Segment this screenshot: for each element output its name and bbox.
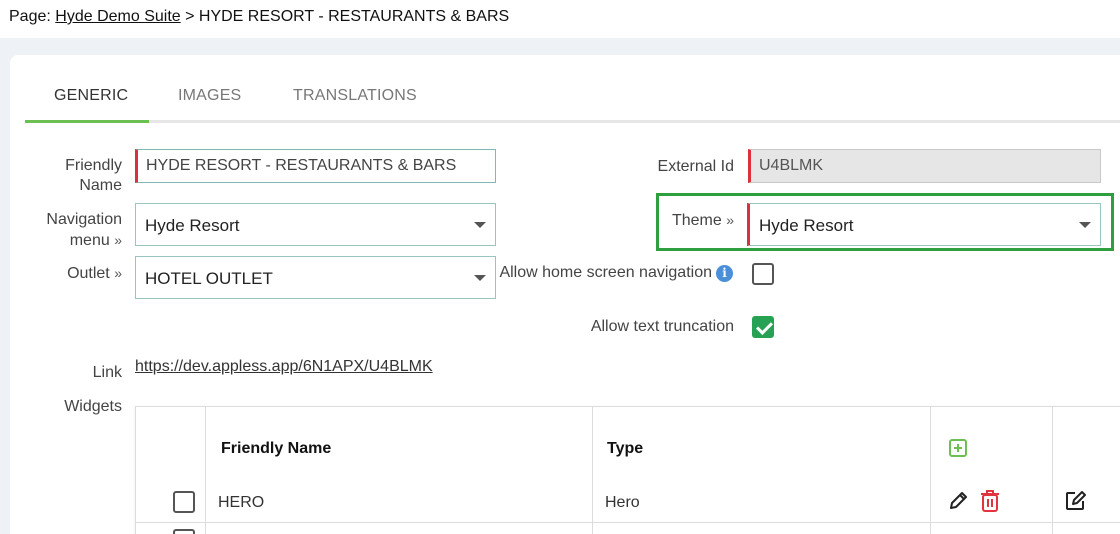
allow-text-truncation-label: Allow text truncation: [590, 318, 734, 335]
top-bar: Page: Hyde Demo Suite > HYDE RESORT - RE…: [0, 0, 1120, 38]
active-tab-indicator: [25, 120, 149, 123]
chevron-right-icon: »: [114, 265, 122, 281]
theme-select[interactable]: Hyde Resort: [747, 203, 1101, 246]
edit-square-icon[interactable]: [1064, 490, 1086, 512]
breadcrumb-prefix: Page:: [9, 8, 56, 25]
tab-images[interactable]: IMAGES: [178, 87, 241, 105]
breadcrumb-parent-link[interactable]: Hyde Demo Suite: [55, 8, 180, 25]
theme-value: Hyde Resort: [759, 216, 854, 235]
chevron-right-icon: »: [726, 212, 734, 228]
page-url-link[interactable]: https://dev.appless.app/6N1APX/U4BLMK: [135, 358, 433, 376]
allow-text-truncation-checkbox[interactable]: [752, 316, 774, 338]
info-icon[interactable]: i: [716, 265, 733, 282]
theme-label-text: Theme: [671, 212, 722, 229]
widgets-table: Friendly Name Type HERO Hero: [135, 406, 1120, 534]
outlet-label: Outlet »: [40, 263, 122, 284]
allow-home-nav-label: Allow home screen navigation: [499, 264, 712, 281]
navigation-menu-label: Navigation menu »: [30, 210, 122, 251]
breadcrumb: Page: Hyde Demo Suite > HYDE RESORT - RE…: [9, 8, 509, 26]
tab-generic[interactable]: GENERIC: [54, 87, 128, 105]
tab-translations[interactable]: TRANSLATIONS: [293, 87, 417, 105]
link-label: Link: [92, 364, 122, 381]
plus-square-icon[interactable]: [949, 439, 967, 457]
navigation-menu-label-line2-wrap: menu »: [30, 230, 122, 251]
friendly-name-label-line1: Friendly: [65, 157, 122, 174]
widget-name-cell: HERO: [218, 494, 265, 511]
navigation-menu-label-line1: Navigation: [46, 211, 122, 228]
chevron-down-icon: [1079, 222, 1091, 228]
outlet-value: HOTEL OUTLET: [145, 269, 273, 288]
chevron-down-icon: [474, 222, 486, 228]
column-divider: [592, 407, 593, 534]
column-header-type[interactable]: Type: [607, 440, 643, 458]
row-divider: [136, 522, 1120, 523]
column-divider: [930, 407, 931, 534]
row-select-checkbox[interactable]: [173, 529, 195, 534]
outlet-select[interactable]: HOTEL OUTLET: [135, 256, 496, 299]
pencil-icon[interactable]: [947, 490, 969, 512]
breadcrumb-current: HYDE RESORT - RESTAURANTS & BARS: [198, 8, 510, 25]
trash-icon[interactable]: [979, 489, 1001, 513]
column-divider: [205, 407, 206, 534]
allow-home-nav-checkbox[interactable]: [752, 263, 774, 285]
external-id-label: External Id: [657, 158, 734, 175]
friendly-name-label: Friendly Name: [40, 156, 122, 196]
widget-type-cell: Hero: [605, 494, 640, 511]
external-id-input: U4BLMK: [748, 149, 1101, 183]
navigation-menu-value: Hyde Resort: [145, 216, 240, 235]
column-header-friendly-name[interactable]: Friendly Name: [221, 440, 331, 458]
row-select-checkbox[interactable]: [173, 491, 195, 513]
friendly-name-input[interactable]: HYDE RESORT - RESTAURANTS & BARS: [135, 149, 496, 183]
friendly-name-label-line2: Name: [79, 177, 122, 194]
tab-bar: GENERIC IMAGES TRANSLATIONS: [25, 77, 1120, 123]
widgets-label: Widgets: [64, 398, 122, 415]
navigation-menu-select[interactable]: Hyde Resort: [135, 203, 496, 246]
outlet-label-text: Outlet: [67, 265, 110, 282]
theme-label: Theme »: [660, 210, 734, 231]
column-divider: [1052, 407, 1053, 534]
navigation-menu-label-line2: menu: [69, 232, 110, 249]
chevron-right-icon: »: [114, 232, 122, 248]
breadcrumb-separator: >: [180, 8, 199, 25]
